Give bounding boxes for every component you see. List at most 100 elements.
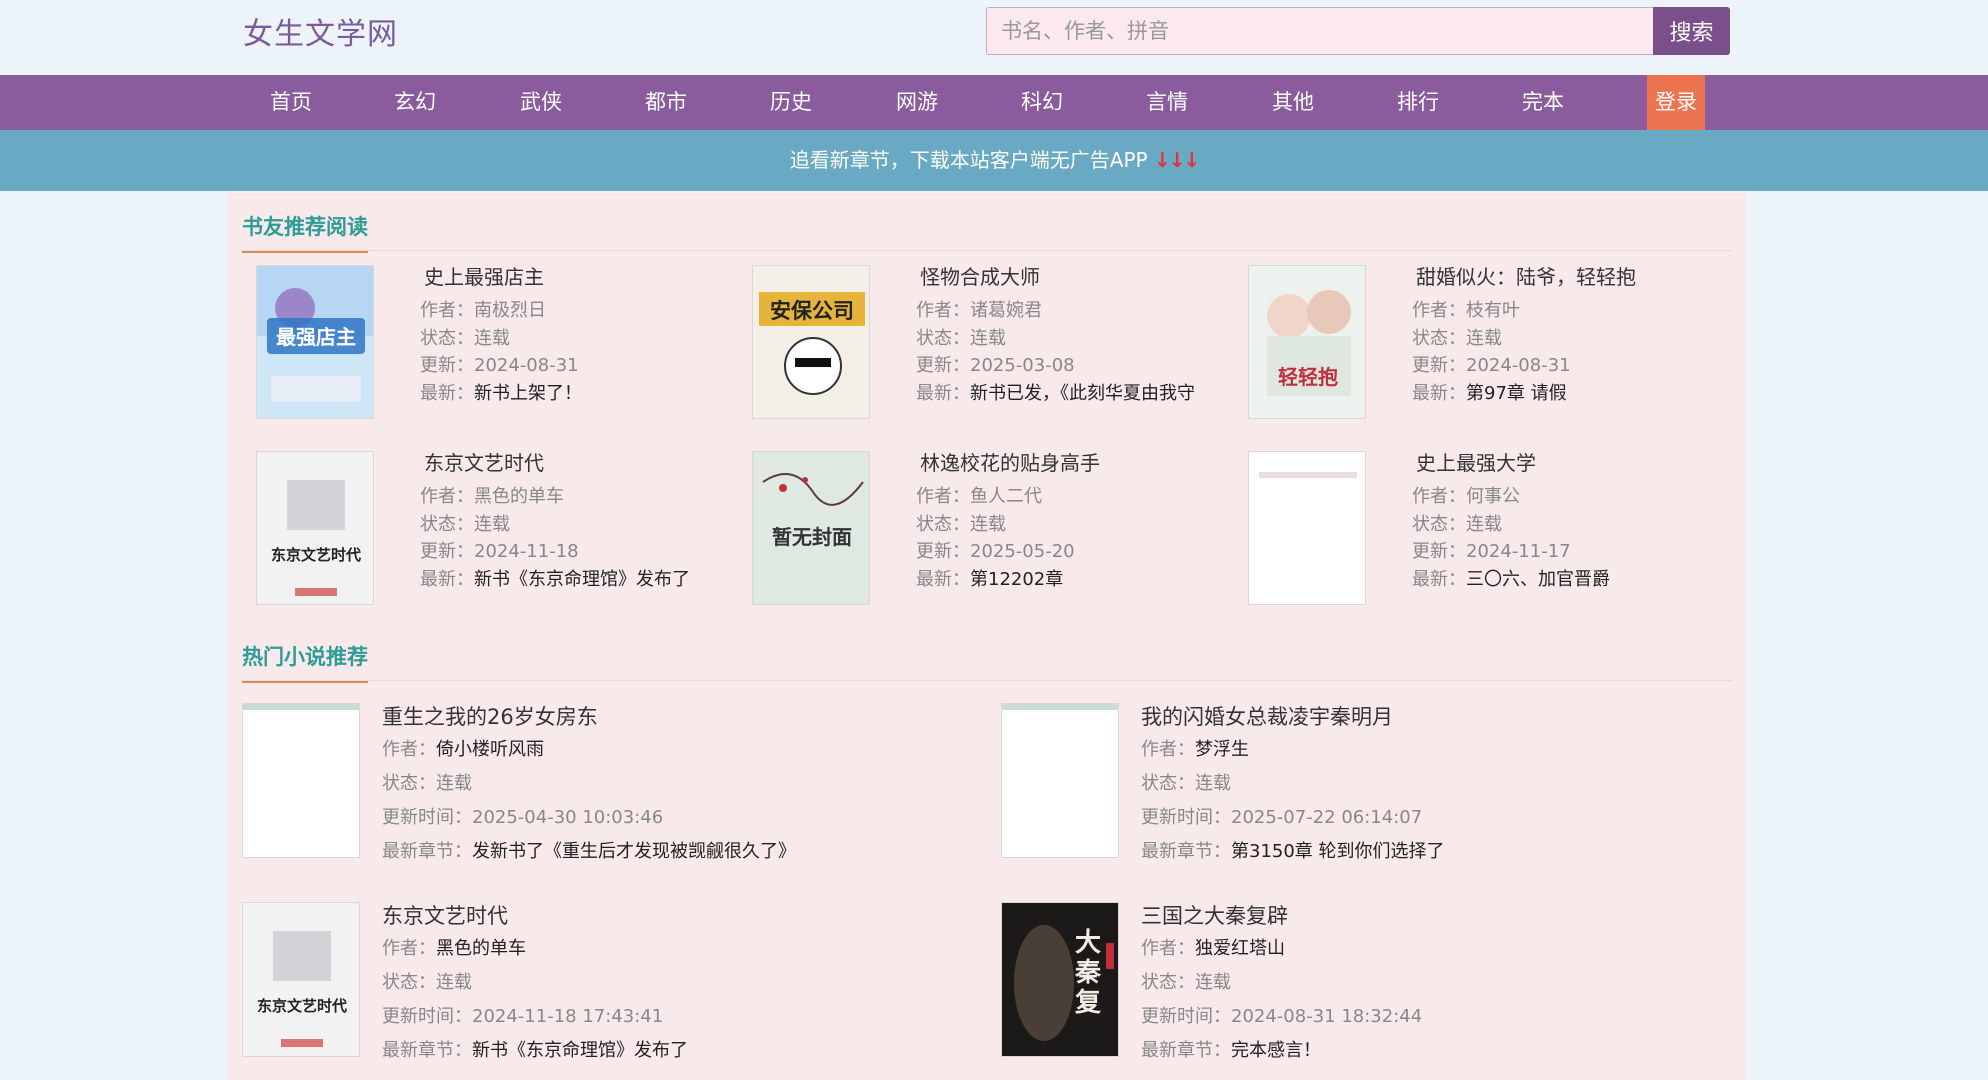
book-title[interactable]: 重生之我的26岁女房东 bbox=[382, 703, 796, 731]
login-button[interactable]: 登录 bbox=[1647, 75, 1705, 130]
status-label: 状态： bbox=[420, 327, 474, 349]
section-divider bbox=[242, 250, 1732, 251]
svg-text:暂无封面: 暂无封面 bbox=[772, 525, 852, 549]
book-author[interactable]: 倚小楼听风雨 bbox=[436, 739, 544, 760]
book-author[interactable]: 鱼人二代 bbox=[970, 486, 1042, 507]
book-cover[interactable]: 东京文艺时代 bbox=[242, 902, 360, 1057]
nav-item-kehuan[interactable]: 科幻 bbox=[987, 75, 1097, 130]
svg-text:大: 大 bbox=[1075, 928, 1101, 958]
author-label: 作者： bbox=[916, 486, 970, 507]
book-latest[interactable]: 完本感言！ bbox=[1231, 1040, 1321, 1061]
book-latest[interactable]: 新书《东京命理馆》发布了 bbox=[474, 569, 690, 590]
book-title[interactable]: 史上最强店主 bbox=[424, 265, 582, 289]
book-latest[interactable]: 新书上架了！ bbox=[474, 383, 582, 404]
book-latest[interactable]: 新书《东京命理馆》发布了 bbox=[472, 1040, 688, 1061]
book-author[interactable]: 何事公 bbox=[1466, 486, 1520, 507]
book-cover[interactable]: 东京文艺时代 bbox=[256, 451, 374, 605]
book-latest[interactable]: 第97章 请假 bbox=[1466, 383, 1567, 404]
nav-item-paihang[interactable]: 排行 bbox=[1363, 75, 1473, 130]
book-title[interactable]: 史上最强大学 bbox=[1416, 451, 1610, 475]
book-author[interactable]: 独爱红塔山 bbox=[1195, 938, 1285, 959]
book-update: 2024-08-31 bbox=[474, 355, 579, 376]
book-latest[interactable]: 第3150章 轮到你们选择了 bbox=[1231, 841, 1445, 862]
book-status: 连载 bbox=[436, 972, 472, 993]
book-title[interactable]: 东京文艺时代 bbox=[424, 451, 690, 475]
book-latest[interactable]: 三〇六、加官晋爵 bbox=[1466, 569, 1610, 590]
nav-item-wangyou[interactable]: 网游 bbox=[862, 75, 972, 130]
book-cover[interactable] bbox=[242, 703, 360, 858]
hot-book-card[interactable]: 大 秦 复 三国之大秦复辟 作者：独爱红塔山 状态：连载 更新时间：2024-0… bbox=[1001, 902, 1741, 1067]
book-author[interactable]: 南极烈日 bbox=[474, 300, 546, 321]
latest-chapter-label: 最新章节： bbox=[1141, 1040, 1231, 1061]
book-author[interactable]: 诸葛婉君 bbox=[970, 300, 1042, 321]
book-latest[interactable]: 新书已发，《此刻华夏由我守 bbox=[970, 383, 1195, 404]
author-label: 作者： bbox=[420, 300, 474, 321]
svg-text:轻轻抱: 轻轻抱 bbox=[1278, 365, 1338, 389]
book-info: 史上最强大学 作者：何事公 状态：连载 更新：2024-11-17 最新：三〇六… bbox=[1412, 451, 1610, 593]
book-cover[interactable]: 暂无封面 bbox=[752, 451, 870, 605]
recommend-card[interactable]: 暂无封面 林逸校花的贴身高手 作者：鱼人二代 状态：连载 更新：2025-05-… bbox=[752, 451, 1247, 611]
book-update: 2025-03-08 bbox=[970, 355, 1075, 376]
author-label: 作者： bbox=[420, 486, 474, 507]
recommend-card[interactable]: 轻轻抱 甜婚似火：陆爷，轻轻抱 作者：枝有叶 状态：连载 更新：2024-08-… bbox=[1248, 265, 1743, 425]
book-cover[interactable]: 最强店主 bbox=[256, 265, 374, 419]
recommend-card[interactable]: 东京文艺时代 东京文艺时代 作者：黑色的单车 状态：连载 更新：2024-11-… bbox=[256, 451, 751, 611]
nav-item-lishi[interactable]: 历史 bbox=[736, 75, 846, 130]
update-label: 更新： bbox=[916, 355, 970, 376]
section-title-hot: 热门小说推荐 bbox=[242, 641, 368, 683]
book-latest[interactable]: 发新书了《重生后才发现被觊觎很久了》 bbox=[472, 841, 796, 862]
app-download-banner[interactable]: 追看新章节，下载本站客户端无广告APP ↓↓↓ bbox=[0, 130, 1988, 191]
search-button[interactable]: 搜索 bbox=[1653, 7, 1730, 55]
book-cover[interactable]: 大 秦 复 bbox=[1001, 902, 1119, 1057]
book-info: 三国之大秦复辟 作者：独爱红塔山 状态：连载 更新时间：2024-08-31 1… bbox=[1141, 902, 1422, 1068]
nav-item-yanqing[interactable]: 言情 bbox=[1112, 75, 1222, 130]
book-title[interactable]: 怪物合成大师 bbox=[920, 265, 1195, 289]
section-divider bbox=[242, 680, 1732, 681]
update-time-label: 更新时间： bbox=[382, 807, 472, 828]
recommend-card[interactable]: 安保公司 怪物合成大师 作者：诸葛婉君 状态：连载 更新：2025-03-08 … bbox=[752, 265, 1247, 425]
nav-item-dushi[interactable]: 都市 bbox=[611, 75, 721, 130]
hot-book-card[interactable]: 我的闪婚女总裁凌宇秦明月 作者：梦浮生 状态：连载 更新时间：2025-07-2… bbox=[1001, 703, 1741, 868]
nav-item-qita[interactable]: 其他 bbox=[1238, 75, 1348, 130]
recommend-card[interactable]: 最强店主 史上最强店主 作者：南极烈日 状态：连载 更新：2024-08-31 … bbox=[256, 265, 751, 425]
search-input[interactable] bbox=[986, 7, 1653, 55]
author-label: 作者： bbox=[1141, 739, 1195, 760]
book-title[interactable]: 甜婚似火：陆爷，轻轻抱 bbox=[1416, 265, 1636, 289]
book-author[interactable]: 梦浮生 bbox=[1195, 739, 1249, 760]
book-cover[interactable] bbox=[1248, 451, 1366, 605]
hot-book-card[interactable]: 东京文艺时代 东京文艺时代 作者：黑色的单车 状态：连载 更新时间：2024-1… bbox=[242, 902, 982, 1067]
main-nav: 首页 玄幻 武侠 都市 历史 网游 科幻 言情 其他 排行 完本 登录 bbox=[0, 75, 1988, 130]
author-label: 作者： bbox=[1141, 938, 1195, 959]
book-update: 2025-05-20 bbox=[970, 541, 1075, 562]
nav-item-wanben[interactable]: 完本 bbox=[1488, 75, 1598, 130]
svg-text:东京文艺时代: 东京文艺时代 bbox=[271, 546, 361, 564]
book-author[interactable]: 黑色的单车 bbox=[474, 486, 564, 507]
book-latest[interactable]: 第12202章 bbox=[970, 569, 1063, 590]
status-label: 状态： bbox=[382, 972, 436, 993]
nav-item-xuanhuan[interactable]: 玄幻 bbox=[360, 75, 470, 130]
book-cover[interactable] bbox=[1001, 703, 1119, 858]
site-logo[interactable]: 女生文学网 bbox=[243, 9, 398, 53]
update-time-label: 更新时间： bbox=[1141, 807, 1231, 828]
book-update: 2024-08-31 bbox=[1466, 355, 1571, 376]
book-cover[interactable]: 安保公司 bbox=[752, 265, 870, 419]
book-title[interactable]: 我的闪婚女总裁凌宇秦明月 bbox=[1141, 703, 1445, 731]
hot-book-card[interactable]: 重生之我的26岁女房东 作者：倚小楼听风雨 状态：连载 更新时间：2025-04… bbox=[242, 703, 982, 868]
header: 女生文学网 搜索 bbox=[0, 0, 1988, 75]
update-label: 更新： bbox=[420, 541, 474, 562]
book-update-time: 2025-07-22 06:14:07 bbox=[1231, 807, 1423, 828]
book-author[interactable]: 黑色的单车 bbox=[436, 938, 526, 959]
latest-chapter-label: 最新章节： bbox=[382, 1040, 472, 1061]
recommend-card[interactable]: 史上最强大学 作者：何事公 状态：连载 更新：2024-11-17 最新：三〇六… bbox=[1248, 451, 1743, 611]
nav-item-wuxia[interactable]: 武侠 bbox=[486, 75, 596, 130]
book-info: 东京文艺时代 作者：黑色的单车 状态：连载 更新：2024-11-18 最新：新… bbox=[420, 451, 690, 593]
latest-label: 最新： bbox=[420, 382, 474, 404]
book-title[interactable]: 林逸校花的贴身高手 bbox=[920, 451, 1100, 475]
nav-item-home[interactable]: 首页 bbox=[236, 75, 346, 130]
book-cover[interactable]: 轻轻抱 bbox=[1248, 265, 1366, 419]
book-status: 连载 bbox=[1195, 972, 1231, 993]
book-author[interactable]: 枝有叶 bbox=[1466, 300, 1520, 321]
book-title[interactable]: 三国之大秦复辟 bbox=[1141, 902, 1422, 930]
latest-label: 最新： bbox=[916, 382, 970, 404]
book-title[interactable]: 东京文艺时代 bbox=[382, 902, 688, 930]
